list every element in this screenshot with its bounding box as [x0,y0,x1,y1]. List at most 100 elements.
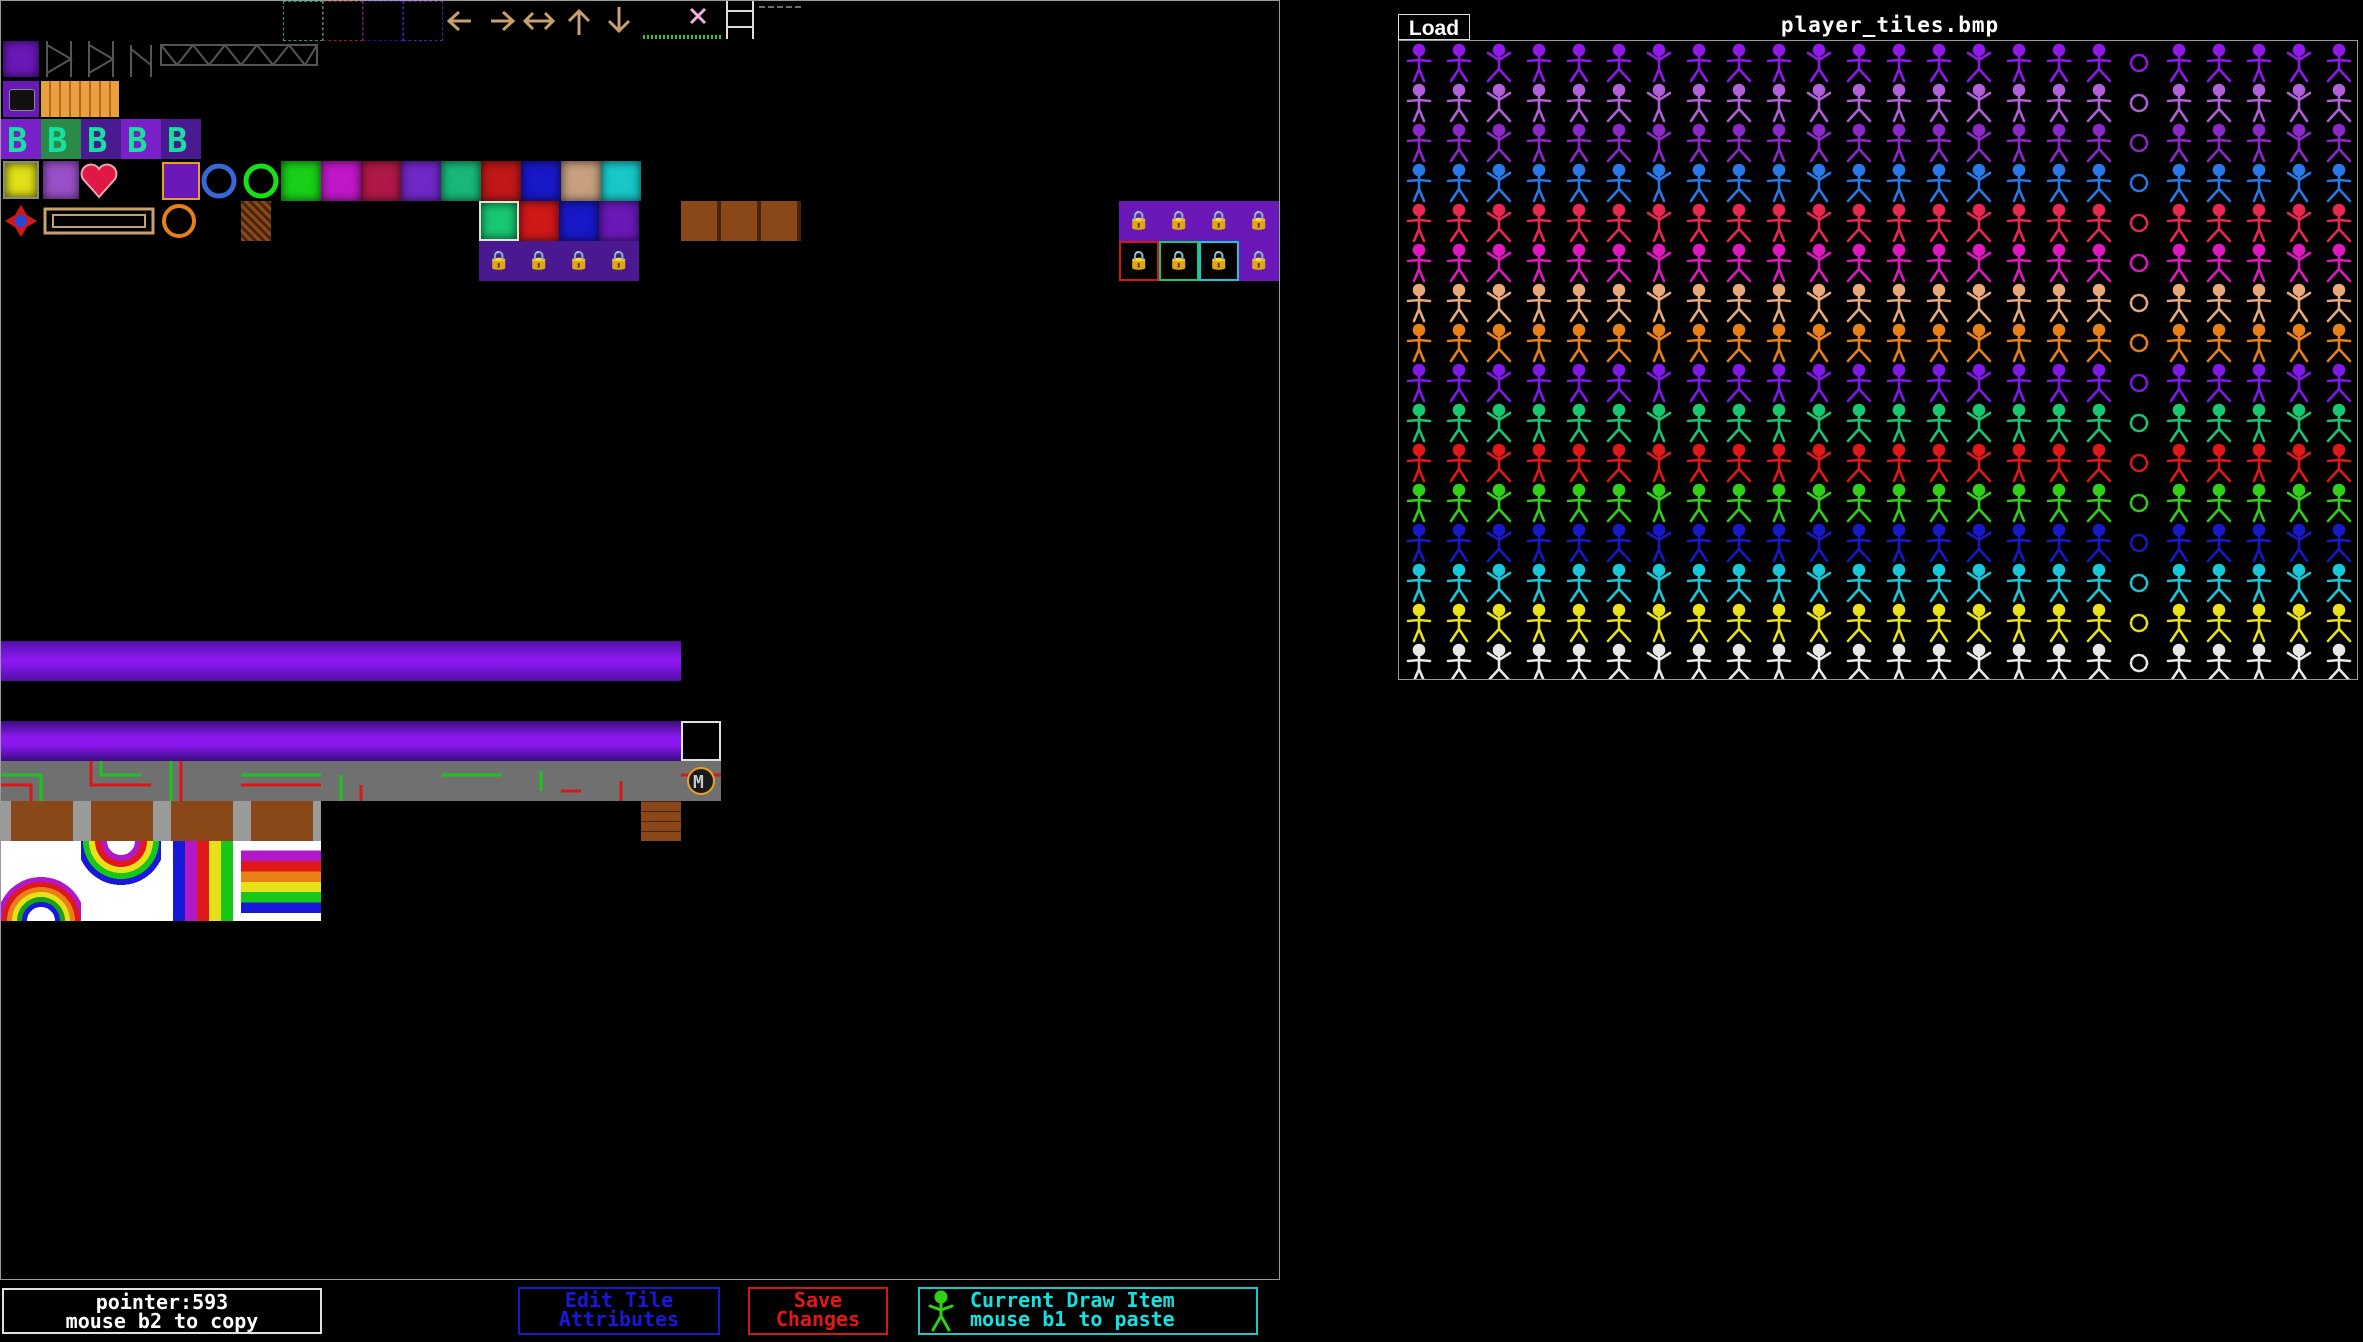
player-sprite[interactable] [1406,403,1432,443]
player-sprite[interactable] [1406,163,1432,203]
grid-marker-red[interactable] [323,1,363,41]
player-sprite[interactable] [1806,323,1832,363]
player-sprite[interactable] [2086,563,2112,603]
player-sprite[interactable] [1766,43,1792,83]
player-sprite[interactable] [1486,643,1512,680]
player-sprite[interactable] [2326,403,2352,443]
save-changes-button[interactable]: Save Changes [748,1287,888,1335]
player-sprite[interactable] [1606,643,1632,680]
player-sprite[interactable] [1486,523,1512,563]
player-sprite[interactable] [1606,523,1632,563]
player-sprite[interactable] [1446,483,1472,523]
player-sprite[interactable] [1526,403,1552,443]
player-sprite[interactable] [1966,603,1992,643]
spike-and-bar-tiles[interactable] [1,201,201,241]
player-sprite[interactable] [1886,323,1912,363]
player-sprite[interactable] [2046,43,2072,83]
player-sprite[interactable] [1526,523,1552,563]
player-sprite[interactable] [1846,523,1872,563]
player-sprite[interactable] [2129,333,2149,353]
player-sprite[interactable] [1446,283,1472,323]
grid-marker-blue[interactable] [363,1,403,41]
player-sprite[interactable] [2206,443,2232,483]
player-sprite[interactable] [1606,563,1632,603]
player-sprite[interactable] [1926,163,1952,203]
player-sprite[interactable] [1486,203,1512,243]
player-sprite[interactable] [1486,43,1512,83]
player-sprite[interactable] [2326,83,2352,123]
player-sprite[interactable] [2046,283,2072,323]
player-sprite[interactable] [1446,123,1472,163]
grid-marker-purple[interactable] [403,1,443,41]
player-sprite[interactable] [2286,323,2312,363]
purple-wall-row-2[interactable] [1,721,681,761]
player-sprite[interactable] [1966,43,1992,83]
player-sprite[interactable] [2286,283,2312,323]
player-sprite[interactable] [1686,243,1712,283]
player-sprite[interactable] [1766,523,1792,563]
player-sprite[interactable] [2326,323,2352,363]
player-sprite[interactable] [1966,83,1992,123]
player-sprite[interactable] [2129,93,2149,113]
player-sprite[interactable] [2246,403,2272,443]
player-sprite[interactable] [1846,563,1872,603]
player-sprite[interactable] [2246,123,2272,163]
player-sprite[interactable] [1886,443,1912,483]
player-sprite[interactable] [1926,563,1952,603]
player-sprite[interactable] [2326,643,2352,680]
player-sprite[interactable] [1566,363,1592,403]
player-sprite[interactable] [2286,43,2312,83]
player-sprite[interactable] [2326,163,2352,203]
player-sprite[interactable] [1486,283,1512,323]
player-sprite[interactable] [1846,403,1872,443]
player-sprite[interactable] [1686,443,1712,483]
player-sprite[interactable] [2046,203,2072,243]
player-sprite[interactable] [2129,253,2149,273]
player-sprite[interactable] [2006,323,2032,363]
player-sprite[interactable] [1886,83,1912,123]
brick-pillar-tiles[interactable] [1,801,321,841]
player-sprite[interactable] [1646,243,1672,283]
player-sprite[interactable] [1526,363,1552,403]
player-sprite[interactable] [1646,643,1672,680]
player-sprite[interactable] [2286,563,2312,603]
player-sprite[interactable] [2129,293,2149,313]
player-sprite[interactable] [1886,203,1912,243]
player-sprite[interactable] [2086,403,2112,443]
player-sprite[interactable] [2086,483,2112,523]
player-sprite[interactable] [2046,363,2072,403]
player-sprite[interactable] [1446,83,1472,123]
player-sprite[interactable] [1806,643,1832,680]
purple-block-tile[interactable] [3,41,39,77]
player-sprite[interactable] [2206,363,2232,403]
player-sprite[interactable] [1806,523,1832,563]
player-sprite[interactable] [2086,283,2112,323]
player-sprite[interactable] [2246,443,2272,483]
player-sprite[interactable] [1886,283,1912,323]
player-sprite[interactable] [1886,403,1912,443]
player-sprite[interactable] [1526,163,1552,203]
player-sprite[interactable] [2246,483,2272,523]
player-sprite[interactable] [1566,603,1592,643]
player-sprite[interactable] [1926,123,1952,163]
player-sprite[interactable] [2086,323,2112,363]
player-sprite[interactable] [1486,123,1512,163]
player-sprite[interactable] [2129,53,2149,73]
player-sprite[interactable] [2166,563,2192,603]
player-sprite[interactable] [2046,243,2072,283]
player-sprite[interactable] [1846,163,1872,203]
player-sprite[interactable] [2086,243,2112,283]
player-sprite[interactable] [1846,203,1872,243]
player-sprite[interactable] [2326,203,2352,243]
player-sprite[interactable] [1726,643,1752,680]
player-sprite[interactable] [1526,643,1552,680]
lock-tiles-left[interactable]: 🔒 🔒 🔒 🔒 [479,241,639,281]
player-sprite[interactable] [2046,563,2072,603]
player-sprite[interactable] [1846,323,1872,363]
player-sprite[interactable] [1766,283,1792,323]
player-sprite[interactable] [1606,363,1632,403]
player-sprite[interactable] [2129,413,2149,433]
player-sprite[interactable] [1966,243,1992,283]
player-sprite[interactable] [2206,323,2232,363]
purple-wall-row-1[interactable] [1,641,681,681]
